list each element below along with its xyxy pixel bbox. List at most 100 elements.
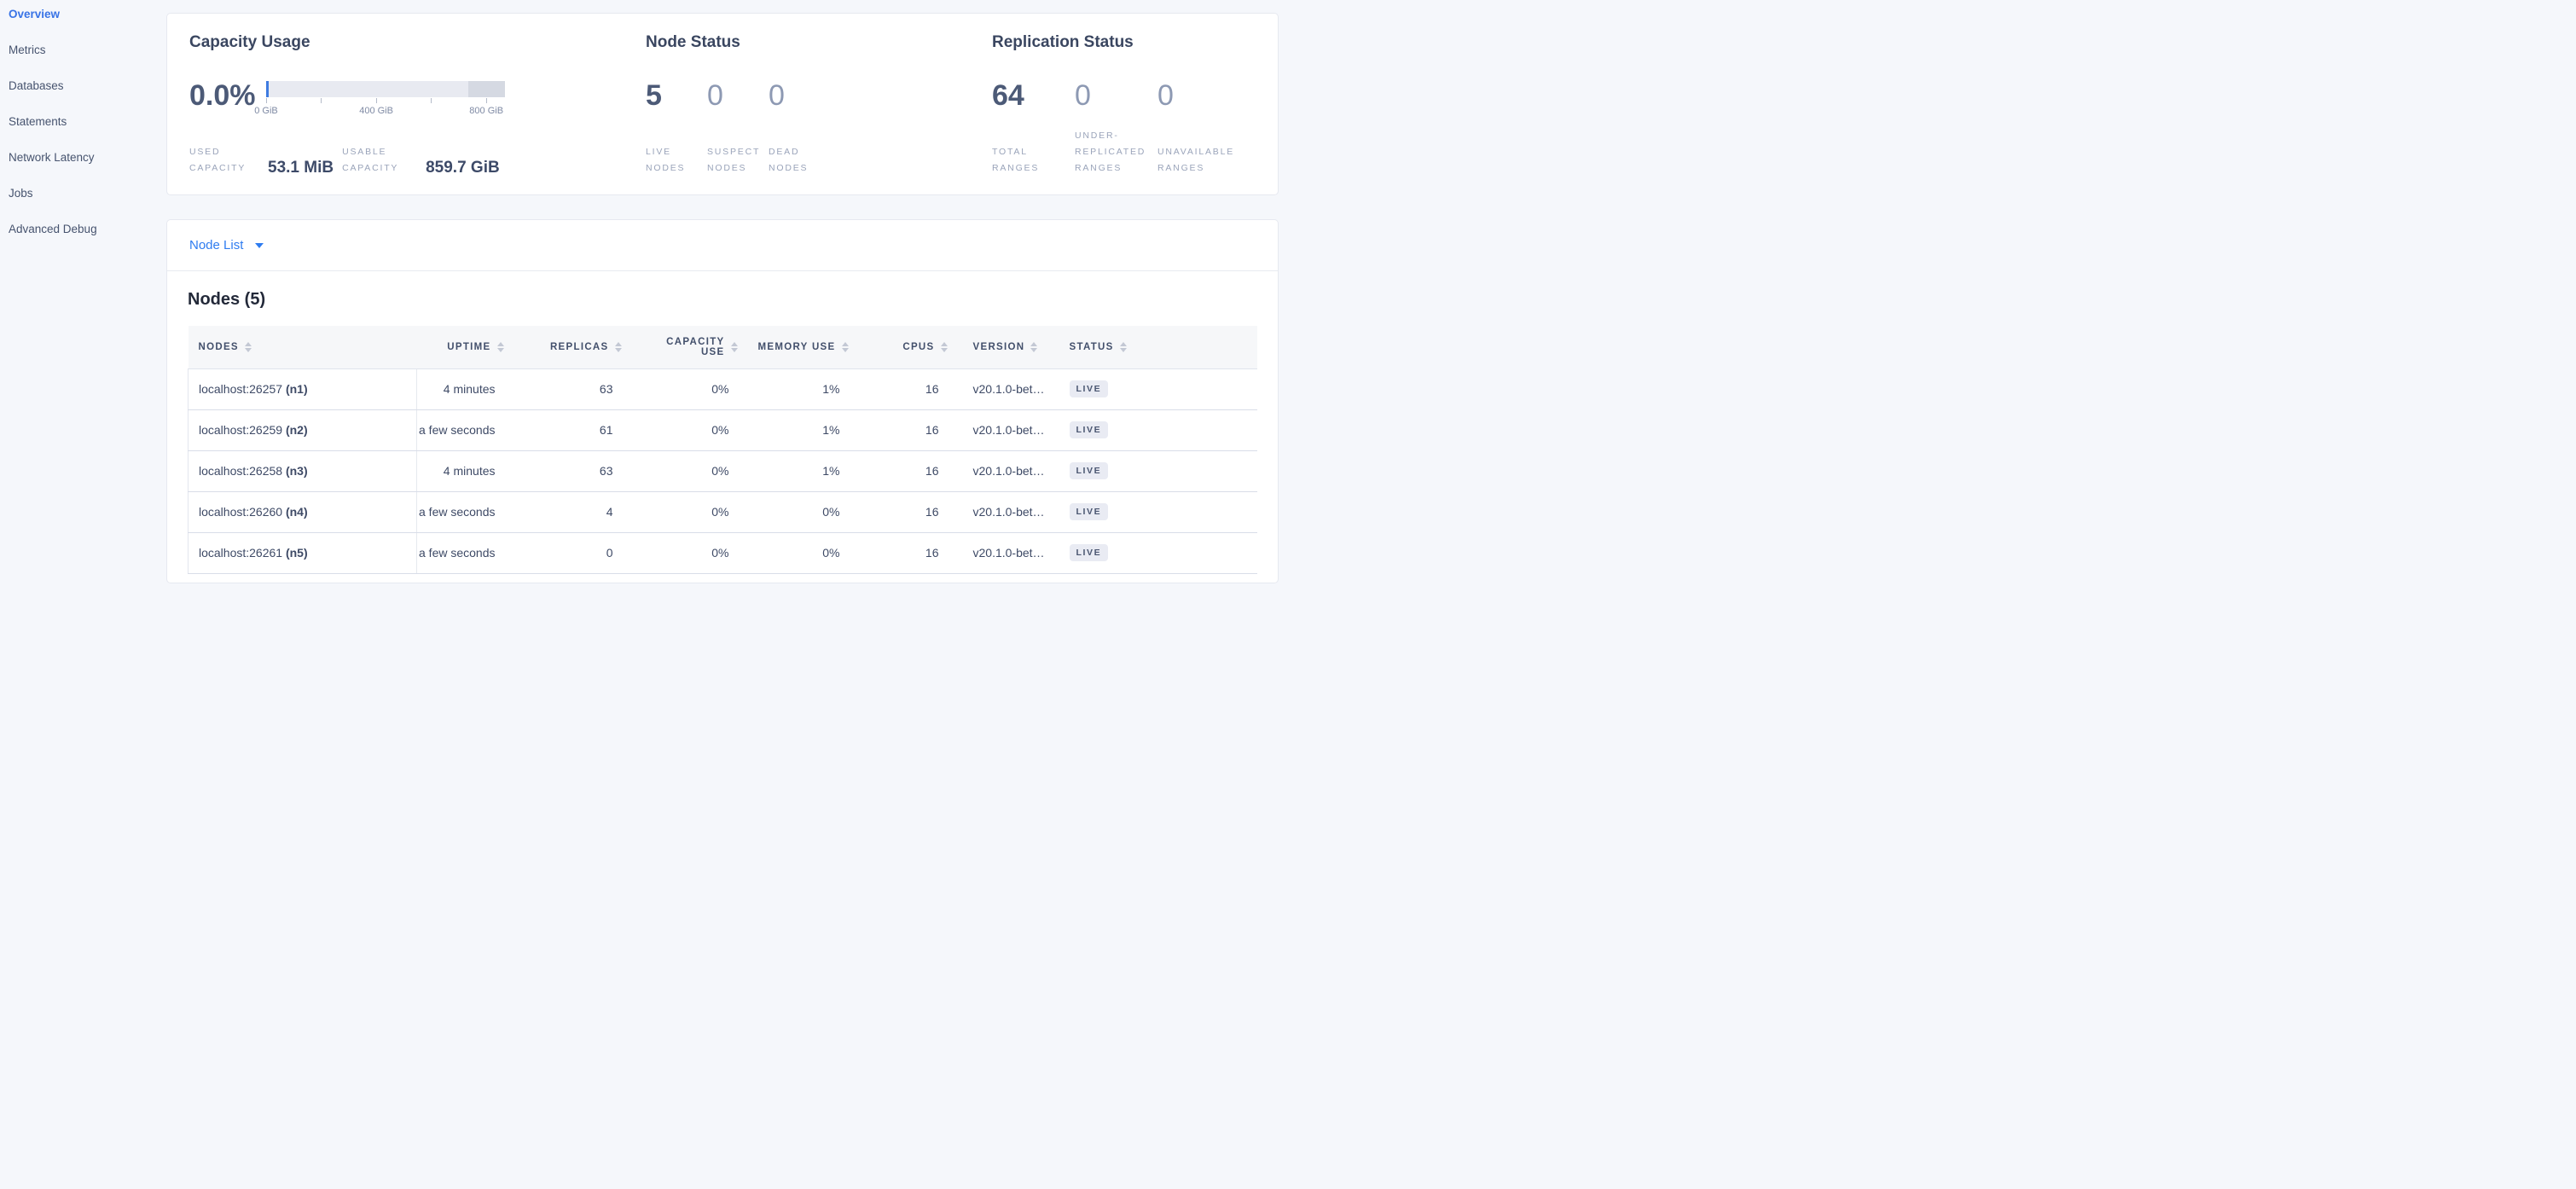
status-badge: LIVE — [1070, 503, 1109, 521]
cpus-cell: 16 — [852, 450, 951, 491]
node-row[interactable]: localhost:26261 (n5) a few seconds 0 0% … — [189, 532, 1258, 573]
memory-use-cell: 0% — [741, 491, 852, 532]
sort-icon — [245, 342, 252, 352]
column-header-nodes[interactable]: NODES — [189, 326, 417, 368]
node-address-cell: localhost:26261 (n5) — [189, 532, 417, 573]
live-nodes-label: LIVE NODES — [646, 144, 707, 177]
axis-tick-label: 400 GiB — [359, 106, 393, 116]
nodes-table-header-row: NODES UPTIME REPLICAS CAPACITY USE MEMOR… — [189, 326, 1258, 368]
node-address-cell: localhost:26258 (n3) — [189, 450, 417, 491]
node-status-stats: 5 LIVE NODES 0 SUSPECT NODES 0 DEAD NODE… — [646, 80, 990, 177]
column-header-version[interactable]: VERSION — [951, 326, 1047, 368]
column-header-uptime[interactable]: UPTIME — [417, 326, 508, 368]
replication-stats: 64 TOTAL RANGES 0 UNDER-REPLICATED RANGE… — [992, 80, 1278, 177]
usable-capacity-label: USABLE CAPACITY — [342, 144, 415, 177]
node-list-dropdown-label: Node List — [189, 238, 243, 252]
sidebar-item-statements[interactable]: Statements — [9, 115, 166, 128]
node-list-card: Node List Nodes (5) NODES UPTIME — [166, 219, 1279, 583]
capacity-use-cell: 0% — [625, 532, 741, 573]
suspect-nodes-value: 0 — [707, 80, 769, 111]
node-status-panel: Node Status 5 LIVE NODES 0 SUSPECT NODES… — [644, 14, 990, 194]
sort-icon — [731, 342, 738, 352]
cpus-cell: 16 — [852, 491, 951, 532]
node-row[interactable]: localhost:26259 (n2) a few seconds 61 0%… — [189, 409, 1258, 450]
node-row[interactable]: localhost:26260 (n4) a few seconds 4 0% … — [189, 491, 1258, 532]
live-nodes-value: 5 — [646, 80, 707, 111]
node-address-cell: localhost:26257 (n1) — [189, 368, 417, 409]
capacity-use-cell: 0% — [625, 368, 741, 409]
capacity-meter: 0 GiB 400 GiB 800 GiB — [266, 81, 505, 118]
capacity-gauge: 0.0% 0 GiB 400 GiB 800 GiB — [189, 80, 644, 118]
dead-nodes-stat: 0 DEAD NODES — [769, 80, 830, 177]
replicas-cell: 63 — [508, 368, 625, 409]
memory-use-cell: 1% — [741, 368, 852, 409]
axis-tick-label: 0 GiB — [254, 106, 278, 116]
column-header-status[interactable]: STATUS — [1047, 326, 1258, 368]
sort-icon — [842, 342, 849, 352]
column-header-memory-use[interactable]: MEMORY USE — [741, 326, 852, 368]
capacity-meter-bar — [266, 81, 505, 97]
main-content: Capacity Usage 0.0% 0 GiB 400 GiB 800 Gi… — [166, 0, 1279, 583]
replicas-cell: 0 — [508, 532, 625, 573]
used-capacity-value: 53.1 MiB — [268, 160, 334, 177]
status-cell: LIVE — [1047, 532, 1258, 573]
sort-icon — [1120, 342, 1127, 352]
cpus-cell: 16 — [852, 368, 951, 409]
uptime-cell: 4 minutes — [417, 450, 508, 491]
capacity-details: USED CAPACITY 53.1 MiB USABLE CAPACITY 8… — [189, 144, 644, 177]
sort-icon — [497, 342, 504, 352]
capacity-meter-dark-segment — [468, 81, 505, 97]
column-header-replicas[interactable]: REPLICAS — [508, 326, 625, 368]
sort-icon — [615, 342, 622, 352]
status-cell: LIVE — [1047, 491, 1258, 532]
chevron-down-icon — [255, 243, 264, 248]
node-row[interactable]: localhost:26258 (n3) 4 minutes 63 0% 1% … — [189, 450, 1258, 491]
suspect-nodes-stat: 0 SUSPECT NODES — [707, 80, 769, 177]
capacity-use-cell: 0% — [625, 491, 741, 532]
nodes-section: Nodes (5) NODES UPTIME REPLICAS — [167, 271, 1278, 574]
unavailable-ranges-value: 0 — [1157, 80, 1240, 111]
node-list-dropdown[interactable]: Node List — [189, 238, 264, 252]
memory-use-cell: 0% — [741, 532, 852, 573]
cluster-summary-card: Capacity Usage 0.0% 0 GiB 400 GiB 800 Gi… — [166, 13, 1279, 195]
used-capacity-label: USED CAPACITY — [189, 144, 258, 177]
version-cell: v20.1.0-bet… — [951, 491, 1047, 532]
dead-nodes-label: DEAD NODES — [769, 144, 830, 177]
column-header-cpus[interactable]: CPUS — [852, 326, 951, 368]
capacity-meter-axis: 0 GiB 400 GiB 800 GiB — [266, 106, 505, 118]
replicas-cell: 4 — [508, 491, 625, 532]
node-list-header: Node List — [167, 220, 1278, 271]
sidebar-item-overview[interactable]: Overview — [9, 8, 166, 20]
status-cell: LIVE — [1047, 409, 1258, 450]
sidebar-item-databases[interactable]: Databases — [9, 79, 166, 92]
replicas-cell: 61 — [508, 409, 625, 450]
node-address-cell: localhost:26259 (n2) — [189, 409, 417, 450]
unavailable-ranges-stat: 0 UNAVAILABLE RANGES — [1157, 80, 1240, 177]
capacity-use-cell: 0% — [625, 409, 741, 450]
under-replicated-ranges-stat: 0 UNDER-REPLICATED RANGES — [1075, 80, 1157, 177]
total-ranges-value: 64 — [992, 80, 1075, 111]
status-badge: LIVE — [1070, 462, 1109, 480]
node-row[interactable]: localhost:26257 (n1) 4 minutes 63 0% 1% … — [189, 368, 1258, 409]
capacity-usage-title: Capacity Usage — [189, 32, 644, 53]
column-header-capacity-use[interactable]: CAPACITY USE — [625, 326, 741, 368]
sidebar-item-advanced-debug[interactable]: Advanced Debug — [9, 223, 166, 235]
replicas-cell: 63 — [508, 450, 625, 491]
version-cell: v20.1.0-bet… — [951, 450, 1047, 491]
uptime-cell: a few seconds — [417, 409, 508, 450]
axis-tick-label: 800 GiB — [469, 106, 503, 116]
capacity-use-cell: 0% — [625, 450, 741, 491]
replication-status-title: Replication Status — [992, 32, 1278, 53]
total-ranges-label: TOTAL RANGES — [992, 144, 1075, 177]
sidebar-item-jobs[interactable]: Jobs — [9, 187, 166, 200]
sidebar-item-network-latency[interactable]: Network Latency — [9, 151, 166, 164]
status-badge: LIVE — [1070, 544, 1109, 562]
status-cell: LIVE — [1047, 368, 1258, 409]
uptime-cell: a few seconds — [417, 532, 508, 573]
memory-use-cell: 1% — [741, 409, 852, 450]
dead-nodes-value: 0 — [769, 80, 830, 111]
sidebar-item-metrics[interactable]: Metrics — [9, 44, 166, 56]
status-cell: LIVE — [1047, 450, 1258, 491]
version-cell: v20.1.0-bet… — [951, 368, 1047, 409]
node-status-title: Node Status — [646, 32, 990, 53]
